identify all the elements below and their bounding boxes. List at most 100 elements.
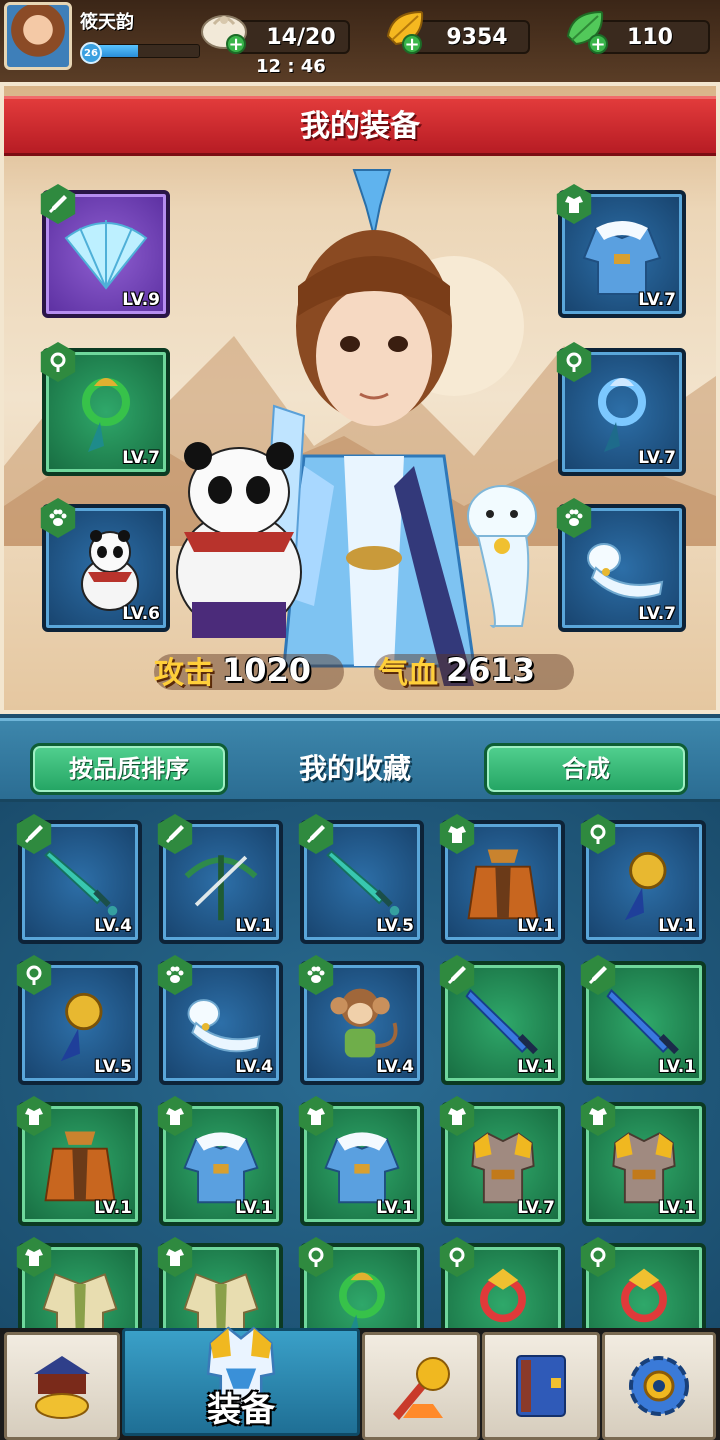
hp-label: 气血 xyxy=(378,656,438,691)
stamina-timer: 12 : 46 xyxy=(256,56,326,77)
item-level-label: LV.9 xyxy=(122,290,160,310)
item-level-label: LV.7 xyxy=(638,290,676,310)
collection-item[interactable]: LV.1 xyxy=(157,814,283,944)
collection-item[interactable]: LV.1 xyxy=(439,955,565,1085)
pendant-green-item-art xyxy=(60,366,152,458)
equipment-panel: 我的装备 LV.9 LV.7 LV.7 LV.7 LV.6 LV.7 攻击 10… xyxy=(0,82,720,714)
collection-item[interactable]: LV.1 xyxy=(298,1096,424,1226)
item-level-label: LV.5 xyxy=(376,916,414,936)
ferret-item-art xyxy=(177,979,265,1067)
attack-stat: 攻击 1020 xyxy=(154,646,311,694)
cloak-orange-item-art xyxy=(459,838,547,926)
armor-gold-item-art xyxy=(459,1120,547,1208)
item-level-label: LV.7 xyxy=(638,448,676,468)
nav-label: 装备 xyxy=(207,1390,275,1430)
ferret-item-art xyxy=(576,522,668,614)
stamina-value: 14/20 xyxy=(266,24,336,50)
item-level-label: LV.1 xyxy=(658,1198,696,1218)
collection-item[interactable]: LV.5 xyxy=(16,955,142,1085)
dagger-item-art xyxy=(318,838,406,926)
player-level-badge: 26 xyxy=(80,42,102,64)
fan-item-art xyxy=(60,208,152,300)
collection-item[interactable]: LV.1 xyxy=(157,1096,283,1226)
panda-item-art xyxy=(60,522,152,614)
collection-grid[interactable]: LV.4 LV.1 LV.5 LV.1 LV.1 LV.5 LV.4 LV.4 LV.1 LV.1… xyxy=(0,802,720,1330)
equip-slot-fan[interactable]: LV.9 xyxy=(40,184,170,318)
item-level-label: LV.4 xyxy=(376,1057,414,1077)
armor-gold-item-art xyxy=(600,1120,688,1208)
item-level-label: LV.7 xyxy=(122,448,160,468)
monkey-item-art xyxy=(318,979,406,1067)
ferret-companion xyxy=(467,485,537,628)
xp-bar xyxy=(92,44,200,58)
collection-item[interactable]: LV.1 xyxy=(580,1096,706,1226)
crossbow-item-art xyxy=(177,838,265,926)
collection-item[interactable]: LV.1 xyxy=(16,1096,142,1226)
dagger-item-art xyxy=(36,838,124,926)
item-level-label: LV.1 xyxy=(94,1198,132,1218)
item-level-label: LV.4 xyxy=(235,1057,273,1077)
equip-slot-panda-pet[interactable]: LV.6 xyxy=(40,498,170,632)
item-level-label: LV.7 xyxy=(517,1198,555,1218)
robe-blue-item-art xyxy=(576,208,668,300)
collection-item[interactable]: LV.4 xyxy=(157,955,283,1085)
item-level-label: LV.6 xyxy=(122,604,160,624)
collection-item[interactable]: LV.1 xyxy=(439,814,565,944)
item-level-label: LV.1 xyxy=(235,1198,273,1218)
stamina-counter: 14/20 xyxy=(232,20,350,54)
nav-battle[interactable] xyxy=(362,1332,480,1440)
top-bar: 筱天韵 26 14/20 + 12 : 46 9354 + 110 + xyxy=(0,0,720,82)
collection-title: 我的收藏 xyxy=(298,752,411,785)
attack-value: 1020 xyxy=(222,651,312,689)
collection-item[interactable]: LV.5 xyxy=(298,814,424,944)
equip-slot-dragon-pendant[interactable]: LV.7 xyxy=(40,342,170,476)
pendant-red-item-art xyxy=(459,1261,547,1330)
collection-item[interactable] xyxy=(439,1237,565,1330)
item-level-label: LV.1 xyxy=(658,1057,696,1077)
jade-add-button[interactable]: + xyxy=(588,34,608,54)
pendant-blue-item-art xyxy=(576,366,668,458)
robe-green-item-art xyxy=(36,1261,124,1330)
nav-shop[interactable] xyxy=(4,1332,120,1440)
equip-slot-qilin-pendant[interactable]: LV.7 xyxy=(556,342,686,476)
equip-slot-robe[interactable]: LV.7 xyxy=(556,184,686,318)
attack-label: 攻击 xyxy=(154,656,214,691)
nav-settings[interactable] xyxy=(602,1332,716,1440)
nav-equipment[interactable]: 装备 xyxy=(122,1326,360,1436)
item-level-label: LV.1 xyxy=(517,916,555,936)
collection-item[interactable] xyxy=(298,1237,424,1330)
sort-by-quality-button[interactable]: 按品质排序 xyxy=(30,743,228,795)
cloak-orange-item-art xyxy=(36,1120,124,1208)
item-level-label: LV.1 xyxy=(235,916,273,936)
collection-header: 按品质排序 我的收藏 合成 xyxy=(0,718,720,802)
gear-icon xyxy=(621,1348,697,1424)
pendant-green-item-art xyxy=(318,1261,406,1330)
robe-blue-item-art xyxy=(177,1120,265,1208)
collection-item[interactable]: LV.7 xyxy=(439,1096,565,1226)
gold-add-button[interactable]: + xyxy=(402,34,422,54)
robe-blue-item-art xyxy=(318,1120,406,1208)
item-level-label: LV.4 xyxy=(94,916,132,936)
merge-button[interactable]: 合成 xyxy=(484,743,688,795)
collection-item[interactable]: LV.1 xyxy=(580,955,706,1085)
pendant-red-item-art xyxy=(600,1261,688,1330)
collection-item[interactable]: LV.4 xyxy=(298,955,424,1085)
stamina-add-button[interactable]: + xyxy=(226,34,246,54)
item-level-label: LV.5 xyxy=(94,1057,132,1077)
collection-item[interactable] xyxy=(16,1237,142,1330)
sword-blue-item-art xyxy=(459,979,547,1067)
collection-item[interactable]: LV.1 xyxy=(580,814,706,944)
equip-slot-ferret-pet[interactable]: LV.7 xyxy=(556,498,686,632)
battle-icon xyxy=(383,1348,459,1424)
item-level-label: LV.1 xyxy=(658,916,696,936)
panda-companion xyxy=(176,442,302,638)
book-icon xyxy=(503,1348,579,1424)
collection-item[interactable]: LV.4 xyxy=(16,814,142,944)
hp-stat: 气血 2613 xyxy=(378,646,535,694)
bottom-nav: 装备 xyxy=(0,1326,720,1440)
nav-book[interactable] xyxy=(482,1332,600,1440)
sword-blue-item-art xyxy=(600,979,688,1067)
gold-value: 9354 xyxy=(446,24,508,50)
player-avatar[interactable] xyxy=(4,2,72,70)
collection-item[interactable] xyxy=(580,1237,706,1330)
